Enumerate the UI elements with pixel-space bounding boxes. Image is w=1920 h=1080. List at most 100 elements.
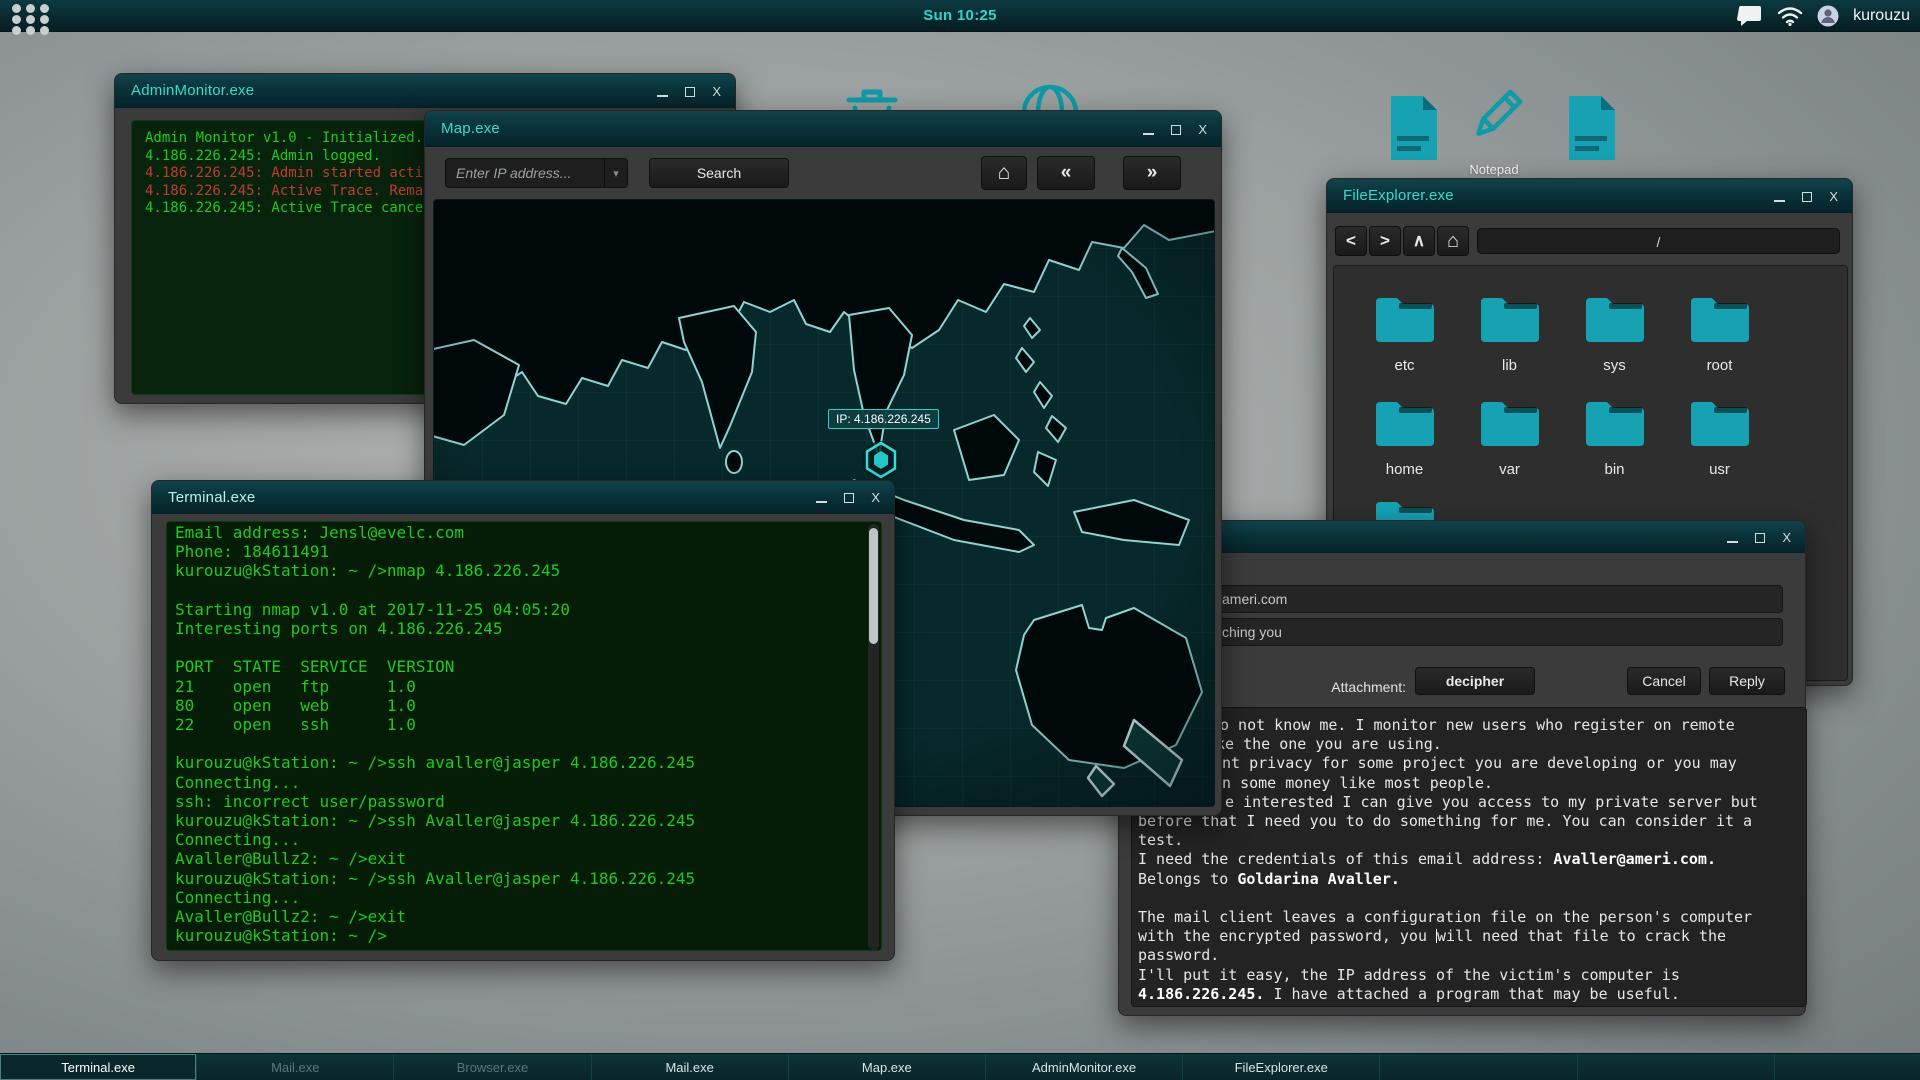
folder-icon bbox=[1480, 298, 1539, 342]
terminal-line: Interesting ports on 4.186.226.245 bbox=[175, 619, 503, 639]
taskbar-item-browser-exe[interactable]: Browser.exe bbox=[394, 1054, 592, 1080]
mail-body-line: I need the credentials of this email add… bbox=[1138, 850, 1716, 869]
folder-var[interactable]: var bbox=[1457, 396, 1562, 478]
document-glyph bbox=[1391, 96, 1437, 160]
ip-search-input[interactable] bbox=[445, 158, 628, 188]
folder-home[interactable]: home bbox=[1352, 396, 1457, 478]
maximize-icon[interactable] bbox=[844, 492, 855, 503]
mail-body-line: rn some money like most people. bbox=[1213, 773, 1493, 792]
reply-button[interactable]: Reply bbox=[1709, 667, 1785, 695]
pencil-glyph bbox=[1476, 89, 1523, 136]
close-icon[interactable]: X bbox=[1829, 190, 1838, 203]
next-button[interactable]: » bbox=[1123, 156, 1181, 190]
taskbar: Terminal.exe Mail.exe Browser.exe Mail.exe M… bbox=[0, 1053, 1920, 1080]
taskbar-empty-segment bbox=[1380, 1054, 1578, 1080]
file-icon-2[interactable] bbox=[1564, 94, 1620, 162]
folder-bin[interactable]: bin bbox=[1562, 396, 1667, 478]
file-icon-1[interactable] bbox=[1386, 94, 1442, 162]
notepad-icon[interactable]: Notepad bbox=[1462, 84, 1526, 177]
mail-body-line: The mail client leaves a configuration f… bbox=[1138, 908, 1753, 927]
search-button[interactable]: Search bbox=[649, 158, 789, 188]
chevron-down-icon[interactable]: ▾ bbox=[604, 159, 627, 187]
terminal-output[interactable]: Email address: Jensl@evelc.com Phone: 184… bbox=[166, 521, 882, 951]
terminal-line: Avaller@Bullz2: ~ />exit bbox=[175, 907, 407, 927]
file-explorer-titlebar[interactable]: FileExplorer.exe X bbox=[1327, 179, 1852, 213]
folder-label: usr bbox=[1709, 461, 1730, 478]
close-icon[interactable]: X bbox=[1198, 123, 1207, 136]
terminal-titlebar[interactable]: Terminal.exe X bbox=[152, 481, 894, 514]
attachment-decipher-button[interactable]: decipher bbox=[1415, 667, 1535, 695]
cancel-button[interactable]: Cancel bbox=[1627, 667, 1701, 695]
user-avatar[interactable] bbox=[1817, 5, 1839, 27]
taskbar-item-fileexplorer-exe[interactable]: FileExplorer.exe bbox=[1183, 1054, 1381, 1080]
home-button[interactable]: ⌂ bbox=[1437, 226, 1469, 256]
terminal-line: Connecting... bbox=[175, 830, 301, 850]
taskbar-item-map-exe[interactable]: Map.exe bbox=[789, 1054, 986, 1080]
terminal-window: Terminal.exe X Email address: Jensl@evel… bbox=[151, 480, 895, 961]
mail-body-line: e interested I can give you access to my… bbox=[1225, 792, 1758, 811]
map-title: Map.exe bbox=[441, 120, 500, 137]
folder-icon bbox=[1690, 298, 1749, 342]
folder-label: home bbox=[1385, 461, 1424, 478]
folder-lib[interactable]: lib bbox=[1457, 292, 1562, 374]
folder-usr[interactable]: usr bbox=[1667, 396, 1772, 478]
maximize-icon[interactable] bbox=[685, 86, 696, 97]
mail-body-line: with the encrypted password, you will ne… bbox=[1138, 927, 1726, 946]
ip-marker-label: IP: 4.186.226.245 bbox=[828, 409, 939, 429]
terminal-line: ssh: incorrect user/password bbox=[175, 791, 445, 811]
minimize-icon[interactable] bbox=[1727, 532, 1739, 543]
folder-icon bbox=[1375, 402, 1434, 446]
mail-body-line: before that I need you to do something f… bbox=[1138, 812, 1753, 831]
taskbar-empty-segment bbox=[1578, 1054, 1775, 1080]
minimize-icon[interactable] bbox=[816, 492, 828, 503]
admin-monitor-title: AdminMonitor.exe bbox=[131, 82, 255, 99]
folder-icon bbox=[1690, 402, 1749, 446]
mail-body-line: I'll put it easy, the IP address of the … bbox=[1138, 965, 1680, 984]
mail-subject-field[interactable]: ching you bbox=[1139, 618, 1783, 646]
chat-icon[interactable] bbox=[1737, 5, 1763, 27]
taskbar-item-terminal-exe[interactable]: Terminal.exe bbox=[0, 1054, 198, 1080]
mail-body-line: test. bbox=[1138, 831, 1184, 850]
mail-body-line: Belongs to Goldarina Avaller. bbox=[1138, 869, 1400, 888]
close-icon[interactable]: X bbox=[871, 491, 880, 504]
folder-root[interactable]: root bbox=[1667, 292, 1772, 374]
maximize-icon[interactable] bbox=[1171, 124, 1182, 135]
prev-button[interactable]: « bbox=[1037, 156, 1095, 190]
wifi-icon[interactable] bbox=[1777, 6, 1803, 26]
mail-body[interactable]: o not know me. I monitor new users who r… bbox=[1131, 707, 1807, 1007]
ip-marker-icon[interactable] bbox=[861, 439, 901, 486]
folder-sys[interactable]: sys bbox=[1562, 292, 1667, 374]
mail-body-line: 4.186.226.245. I have attached a program… bbox=[1138, 984, 1680, 1003]
taskbar-item-mail-exe[interactable]: Mail.exe bbox=[592, 1054, 789, 1080]
taskbar-item-adminmonitor-exe[interactable]: AdminMonitor.exe bbox=[986, 1054, 1184, 1080]
close-icon[interactable]: X bbox=[712, 85, 721, 98]
home-button[interactable]: ⌂ bbox=[981, 156, 1027, 190]
maximize-icon[interactable] bbox=[1802, 191, 1813, 202]
terminal-line: Starting nmap v1.0 at 2017-11-25 04:05:2… bbox=[175, 599, 570, 619]
folder-etc[interactable]: etc bbox=[1352, 292, 1457, 374]
scrollbar-track[interactable] bbox=[868, 524, 879, 950]
scrollbar-thumb[interactable] bbox=[869, 528, 878, 644]
admin-monitor-titlebar[interactable]: AdminMonitor.exe X bbox=[115, 74, 735, 108]
back-button[interactable]: < bbox=[1335, 226, 1367, 256]
close-icon[interactable]: X bbox=[1782, 531, 1791, 544]
path-field[interactable]: / bbox=[1477, 228, 1840, 254]
minimize-icon[interactable] bbox=[1774, 191, 1786, 202]
terminal-line: Connecting... bbox=[175, 887, 301, 907]
mail-to-field[interactable]: ameri.com bbox=[1139, 585, 1783, 613]
taskbar-item-mail-exe[interactable]: Mail.exe bbox=[197, 1054, 395, 1080]
terminal-line: kurouzu@kStation: ~ />ssh Avaller@jasper… bbox=[175, 868, 696, 888]
file-explorer-title: FileExplorer.exe bbox=[1343, 187, 1454, 204]
minimize-icon[interactable] bbox=[657, 86, 669, 97]
mail-body-line: password. bbox=[1138, 946, 1220, 965]
map-titlebar[interactable]: Map.exe X bbox=[425, 111, 1221, 147]
up-button[interactable]: ∧ bbox=[1403, 226, 1435, 256]
terminal-line: PORT STATE SERVICE VERSION bbox=[175, 657, 455, 677]
forward-button[interactable]: > bbox=[1369, 226, 1401, 256]
minimize-icon[interactable] bbox=[1143, 124, 1155, 135]
maximize-icon[interactable] bbox=[1755, 532, 1766, 543]
terminal-line: 22 open ssh 1.0 bbox=[175, 715, 416, 735]
document-glyph bbox=[1569, 96, 1615, 160]
